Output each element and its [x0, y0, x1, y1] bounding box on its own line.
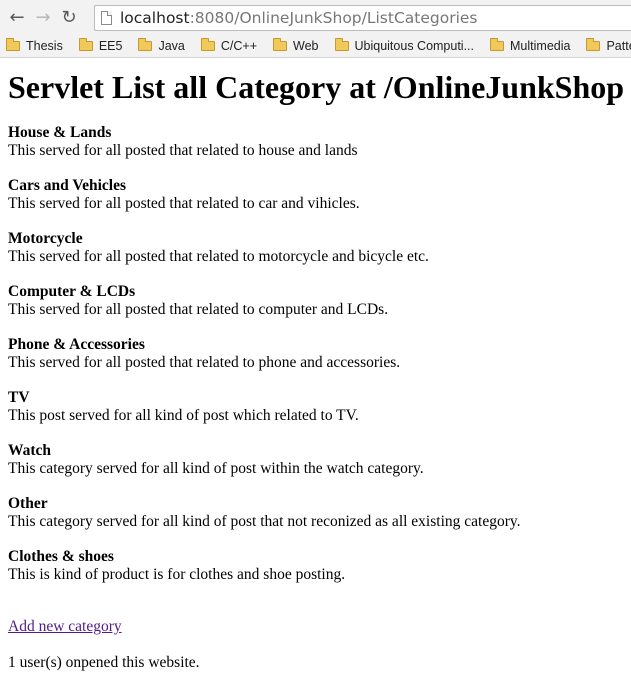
folder-icon — [200, 37, 215, 51]
bookmark-java[interactable]: Java — [138, 37, 185, 53]
bookmark-web[interactable]: Web — [273, 37, 319, 53]
category-name: Watch — [8, 442, 52, 459]
folder-icon — [273, 37, 288, 51]
category-description: This served for all posted that related … — [8, 354, 401, 371]
category-item: Computer & LCDs This served for all post… — [8, 283, 631, 319]
category-description: This is kind of product is for clothes a… — [8, 566, 346, 583]
bookmark-ubiquitous[interactable]: Ubiquitous Computi... — [334, 37, 475, 53]
category-item: Other This category served for all kind … — [8, 495, 631, 531]
bookmark-ee5[interactable]: EE5 — [78, 37, 123, 53]
folder-icon — [6, 37, 20, 51]
url-path: :8080/OnlineJunkShop/ListCategories — [189, 9, 478, 27]
category-description: This served for all posted that related … — [8, 142, 358, 159]
bookmark-label: Web — [293, 38, 319, 53]
category-item: House & Lands This served for all posted… — [8, 124, 631, 160]
category-name: House & Lands — [8, 124, 112, 141]
category-item: Phone & Accessories This served for all … — [8, 336, 631, 372]
add-new-category-link[interactable]: Add new category — [8, 618, 122, 636]
bookmark-multimedia[interactable]: Multimedia — [490, 37, 571, 53]
category-item: TV This post served for all kind of post… — [8, 389, 631, 425]
category-item: Cars and Vehicles This served for all po… — [8, 177, 631, 213]
bookmarks-bar: Thesis EE5 Java C/C++ Web Ubiquitous Com… — [0, 34, 631, 58]
category-item: Motorcycle This served for all posted th… — [8, 230, 631, 266]
category-name: Motorcycle — [8, 230, 83, 247]
category-item: Watch This category served for all kind … — [8, 442, 631, 478]
back-arrow-icon: ← — [9, 6, 25, 28]
bookmark-patterns[interactable]: Patterns — [586, 37, 631, 53]
bookmark-label: Multimedia — [510, 38, 571, 53]
page-content: Servlet List all Category at /OnlineJunk… — [8, 58, 631, 672]
forward-button[interactable]: → — [30, 4, 56, 30]
browser-toolbar: ← → ↻ localhost:8080/OnlineJunkShop/List… — [0, 0, 631, 34]
forward-arrow-icon: → — [35, 6, 51, 28]
bookmark-label: Ubiquitous Computi... — [354, 38, 475, 53]
category-description: This served for all posted that related … — [8, 248, 429, 265]
folder-icon — [490, 37, 505, 51]
visitor-counter: 1 user(s) onpened this website. — [8, 654, 200, 671]
category-name: Phone & Accessories — [8, 336, 145, 353]
category-description: This post served for all kind of post wh… — [8, 407, 359, 424]
bookmark-label: C/C++ — [220, 38, 258, 53]
page-icon — [101, 11, 112, 25]
category-name: Clothes & shoes — [8, 548, 114, 565]
bookmark-c-cpp[interactable]: C/C++ — [200, 37, 258, 53]
folder-icon — [586, 37, 601, 51]
address-bar[interactable]: localhost:8080/OnlineJunkShop/ListCatego… — [94, 5, 631, 31]
bookmark-label: Java — [158, 38, 185, 53]
category-name: TV — [8, 389, 30, 406]
url-host: localhost — [120, 9, 190, 27]
bookmark-label: Thesis — [26, 38, 63, 53]
category-name: Other — [8, 495, 48, 512]
bookmark-label: EE5 — [98, 38, 123, 53]
folder-icon — [138, 37, 153, 51]
folder-icon — [78, 37, 93, 51]
category-description: This category served for all kind of pos… — [8, 460, 424, 477]
folder-icon — [334, 37, 349, 51]
reload-icon: ↻ — [61, 6, 77, 28]
page-title: Servlet List all Category at /OnlineJunk… — [8, 69, 625, 105]
category-description: This served for all posted that related … — [8, 195, 360, 212]
category-name: Cars and Vehicles — [8, 177, 126, 194]
reload-button[interactable]: ↻ — [56, 4, 82, 30]
category-item: Clothes & shoes This is kind of product … — [8, 548, 631, 584]
category-name: Computer & LCDs — [8, 283, 136, 300]
category-description: This category served for all kind of pos… — [8, 513, 521, 530]
back-button[interactable]: ← — [4, 4, 30, 30]
bookmark-label: Patterns — [606, 38, 631, 53]
bookmark-thesis[interactable]: Thesis — [6, 37, 63, 53]
category-description: This served for all posted that related … — [8, 301, 389, 318]
